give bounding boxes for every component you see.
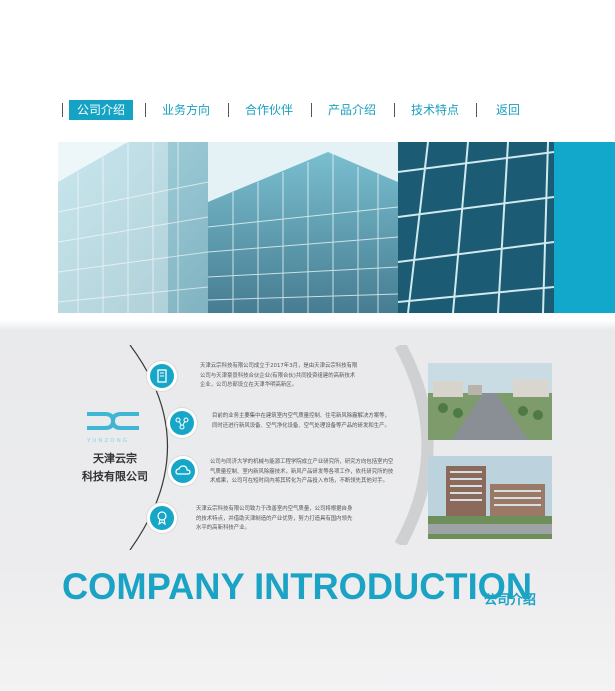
intro-line: 企业，公司总部设立在天津华明高新区。: [200, 382, 298, 388]
glass-building-image: [58, 142, 554, 313]
top-nav: 公司介绍 业务方向 合作伙伴 产品介绍 技术特点 返回: [60, 100, 570, 120]
intro-paragraph-3: 公司与同济大学的机械与能源工程学院成立产业研究所，研究方向包括室内空 气质量控制…: [210, 458, 420, 487]
company-name-line1: 天津云宗: [93, 452, 137, 465]
nav-item-company-intro[interactable]: 公司介绍: [69, 100, 133, 120]
company-name-line2: 科技有限公司: [82, 470, 148, 483]
intro-line: 气质量控制、室内新风除霾技术，新风产品研发等各项工作，依托研究所的技: [210, 468, 394, 475]
intro-line: 目前的业务主要集中在建筑室内空气质量控制、住宅新风除霾解决方案等，: [212, 413, 390, 419]
campus-road-photo: [428, 363, 552, 440]
nav-item-business[interactable]: 业务方向: [158, 100, 214, 120]
award-icon: [150, 506, 174, 530]
intro-line: 天津云宗科技有限公司致力于改善室内空气质量，公司将根据自身: [196, 506, 353, 512]
nav-separator: [228, 103, 229, 117]
cloud-icon: [171, 459, 195, 483]
nav-separator: [394, 103, 395, 117]
company-logo: YUNZONG: [75, 406, 155, 444]
nav-separator: [476, 103, 477, 117]
nav-item-technology[interactable]: 技术特点: [407, 100, 463, 120]
office-building-photo: [428, 456, 552, 539]
intro-line: 天津云宗科技有限公司成立于2017年3月，是由天津云宗科技有限: [200, 363, 358, 369]
accent-block: [554, 142, 615, 313]
nav-separator: [145, 103, 146, 117]
nav-separator: [311, 103, 312, 117]
nav-item-partners[interactable]: 合作伙伴: [241, 100, 297, 120]
hero-banner: [58, 142, 554, 313]
intro-line: 术成果，公司可在短时间内将其转化为产品投入市场，不断领先其他对手。: [210, 478, 388, 484]
intro-line: 公司与同济大学的机械与能源工程学院成立产业研究所，研究方向包括室内空: [210, 459, 394, 465]
logo-text: YUNZONG: [87, 438, 129, 444]
nav-item-back[interactable]: 返回: [488, 100, 528, 120]
intro-line: 公司与天津豪景科技合伙企业(有限合伙)共同投资组建的高新技术: [200, 372, 356, 379]
company-name: 天津云宗 科技有限公司: [65, 450, 165, 486]
intro-line: 同时还进行新风设备、空气净化设备、空气处理设备等产品的研发和生产。: [212, 422, 390, 429]
headline-chinese: 公司介绍: [484, 593, 537, 608]
intro-line: 的技术特点，并借助天津制造的产业优势，努力打造具有国内领先: [196, 515, 353, 522]
network-icon: [170, 411, 194, 435]
headline-english: COMPANY INTRODUCTION: [62, 566, 533, 607]
intro-paragraph-4: 天津云宗科技有限公司致力于改善室内空气质量，公司将根据自身 的技术特点，并借助天…: [196, 505, 396, 534]
intro-line: 水平的高新科技产业。: [196, 525, 250, 531]
intro-paragraph-1: 天津云宗科技有限公司成立于2017年3月，是由天津云宗科技有限 公司与天津豪景科…: [200, 362, 400, 391]
intro-paragraph-2: 目前的业务主要集中在建筑室内空气质量控制、住宅新风除霾解决方案等， 同时还进行新…: [212, 412, 422, 431]
nav-item-products[interactable]: 产品介绍: [324, 100, 380, 120]
building-icon: [150, 364, 174, 388]
nav-separator: [62, 103, 63, 117]
logo-mark-icon: [87, 412, 139, 430]
